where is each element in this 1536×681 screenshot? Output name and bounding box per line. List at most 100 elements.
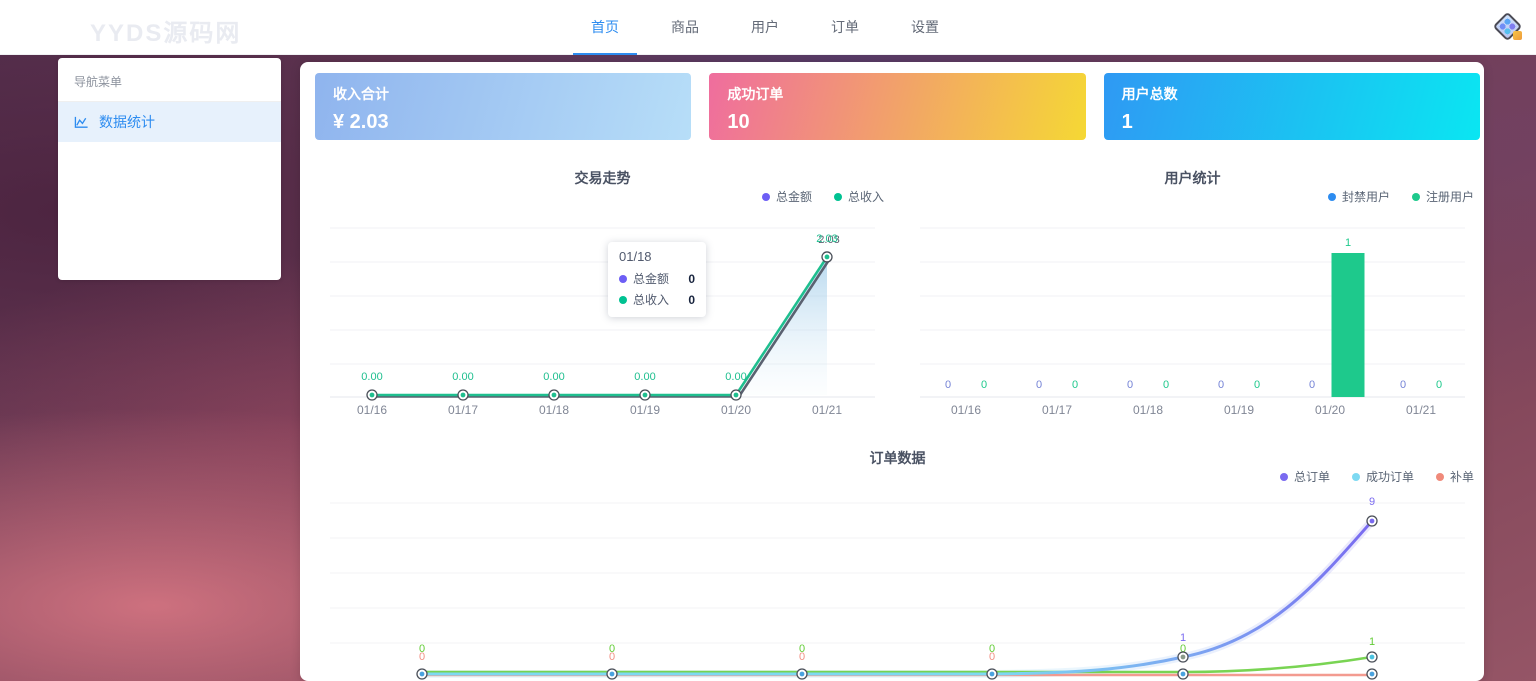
stat-card-value: 10 [727, 111, 1067, 134]
user-stats-chart-block: 用户统计 封禁用户注册用户 00000000010001/1601/1701/1… [905, 162, 1480, 422]
series-dot-icon [619, 296, 627, 304]
tooltip-value: 0 [688, 293, 695, 307]
chart-title: 交易走势 [315, 168, 890, 188]
svg-text:01/21: 01/21 [1406, 403, 1436, 417]
svg-text:0.00: 0.00 [452, 371, 473, 383]
page: YYDS源码网 首页商品用户订单设置 导航菜单 数据统计 收入合计 ¥ 2.03 成… [0, 0, 1536, 681]
stat-card-title: 成功订单 [727, 84, 1067, 104]
svg-text:0: 0 [1400, 379, 1406, 391]
svg-text:01/17: 01/17 [1042, 403, 1072, 417]
series-dot-icon [619, 275, 627, 283]
stat-card-title: 收入合计 [333, 84, 673, 104]
svg-text:01/21: 01/21 [812, 403, 842, 417]
nav-item-home[interactable]: 首页 [565, 0, 645, 55]
svg-text:0: 0 [1072, 379, 1078, 391]
svg-text:01/20: 01/20 [1315, 403, 1345, 417]
tooltip-label: 总收入 [633, 291, 669, 308]
svg-text:01/17: 01/17 [448, 403, 478, 417]
legend-label: 注册用户 [1426, 188, 1474, 205]
nav-item-goods[interactable]: 商品 [645, 0, 725, 55]
chart-legend: 封禁用户 注册用户 [1328, 188, 1474, 205]
stat-card-users: 用户总数 1 [1104, 73, 1480, 140]
trade-trend-chart[interactable]: 0.000.000.000.000.002.032.0301/1601/1701… [315, 222, 890, 422]
series-dot-icon [1280, 473, 1288, 481]
svg-text:0: 0 [1436, 379, 1442, 391]
svg-text:0: 0 [989, 651, 995, 663]
legend-label: 总金额 [776, 188, 812, 205]
nav-item-settings[interactable]: 设置 [885, 0, 965, 55]
svg-text:1: 1 [1345, 237, 1351, 249]
legend-item[interactable]: 封禁用户 [1328, 188, 1390, 205]
stat-card-value: ¥ 2.03 [333, 111, 673, 134]
svg-text:1: 1 [1180, 632, 1186, 644]
svg-text:0.00: 0.00 [361, 371, 382, 383]
series-dot-icon [1328, 193, 1336, 201]
sidebar-item-data-stats[interactable]: 数据统计 [58, 102, 281, 142]
svg-text:0: 0 [799, 651, 805, 663]
series-dot-icon [1436, 473, 1444, 481]
svg-text:0: 0 [1309, 379, 1315, 391]
sidebar-item-label: 数据统计 [99, 112, 155, 132]
chart-legend: 总金额 总收入 [762, 188, 884, 205]
series-dot-icon [834, 193, 842, 201]
svg-text:01/16: 01/16 [951, 403, 981, 417]
tooltip-row: 总金额 0 [619, 270, 695, 287]
svg-text:01/18: 01/18 [539, 403, 569, 417]
stat-card-income: 收入合计 ¥ 2.03 [315, 73, 691, 140]
tooltip-title: 01/18 [619, 249, 695, 264]
order-data-chart-block: 订单数据 总订单成功订单补单 00000000001091 [315, 442, 1480, 681]
svg-text:0: 0 [1218, 379, 1224, 391]
series-dot-icon [1352, 473, 1360, 481]
logo[interactable]: YYDS源码网 [90, 13, 241, 48]
trade-trend-chart-block: 交易走势 总金额总收入 0.000.000.000.000.002.032.03… [315, 162, 890, 422]
svg-text:0: 0 [609, 651, 615, 663]
user-stats-chart[interactable]: 00000000010001/1601/1701/1801/1901/2001/… [905, 222, 1480, 422]
svg-text:01/19: 01/19 [1224, 403, 1254, 417]
order-data-chart[interactable]: 00000000001091 [315, 482, 1480, 681]
svg-text:0: 0 [981, 379, 987, 391]
svg-text:01/16: 01/16 [357, 403, 387, 417]
svg-text:0.00: 0.00 [725, 371, 746, 383]
top-navbar: YYDS源码网 首页商品用户订单设置 [0, 0, 1536, 55]
chart-tooltip: 01/18 总金额 0 总收入 0 [608, 242, 706, 317]
chart-title: 用户统计 [905, 168, 1480, 188]
tooltip-label: 总金额 [633, 270, 669, 287]
svg-text:0: 0 [945, 379, 951, 391]
svg-text:0: 0 [1127, 379, 1133, 391]
tooltip-value: 0 [688, 272, 695, 286]
nav-item-users[interactable]: 用户 [725, 0, 805, 55]
svg-text:0: 0 [1163, 379, 1169, 391]
legend-item[interactable]: 注册用户 [1412, 188, 1474, 205]
user-avatar[interactable] [1494, 13, 1522, 41]
legend-label: 封禁用户 [1342, 188, 1390, 205]
sidebar-title: 导航菜单 [58, 58, 281, 102]
svg-text:0.00: 0.00 [634, 371, 655, 383]
legend-label: 总收入 [848, 188, 884, 205]
svg-text:0: 0 [1254, 379, 1260, 391]
sidebar: 导航菜单 数据统计 [58, 58, 281, 280]
legend-item[interactable]: 总金额 [762, 188, 812, 205]
legend-item[interactable]: 总收入 [834, 188, 884, 205]
stat-card-value: 1 [1122, 111, 1462, 134]
svg-text:2.03: 2.03 [816, 233, 837, 245]
svg-text:01/20: 01/20 [721, 403, 751, 417]
main-nav: 首页商品用户订单设置 [565, 0, 965, 55]
svg-text:0.00: 0.00 [543, 371, 564, 383]
svg-text:0: 0 [419, 651, 425, 663]
nav-item-orders[interactable]: 订单 [805, 0, 885, 55]
svg-text:9: 9 [1369, 496, 1375, 508]
line-chart-icon [74, 115, 89, 130]
svg-text:01/19: 01/19 [630, 403, 660, 417]
svg-text:01/18: 01/18 [1133, 403, 1163, 417]
svg-text:1: 1 [1369, 636, 1375, 648]
chart-title: 订单数据 [315, 448, 1480, 468]
series-dot-icon [1412, 193, 1420, 201]
sidebar-menu: 数据统计 [58, 102, 281, 142]
dashboard-panel: 收入合计¥ 2.03成功订单10用户总数1 交易走势 总金额总收入 0.000.… [300, 62, 1484, 681]
stat-cards-row: 收入合计 ¥ 2.03 成功订单 10 用户总数 1 [315, 73, 1480, 140]
series-dot-icon [762, 193, 770, 201]
stat-card-title: 用户总数 [1122, 84, 1462, 104]
tooltip-row: 总收入 0 [619, 291, 695, 308]
avatar-badge-icon [1513, 31, 1522, 40]
svg-text:0: 0 [1036, 379, 1042, 391]
